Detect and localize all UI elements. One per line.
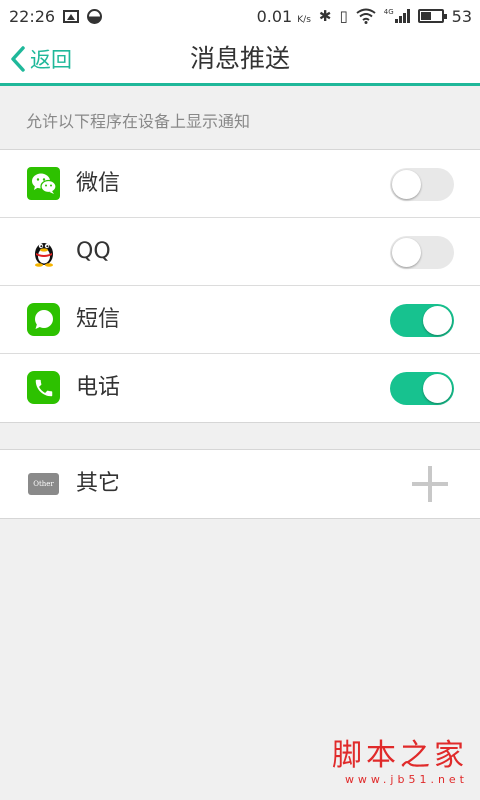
list-item-phone: 电话 bbox=[0, 354, 480, 422]
list-item-other[interactable]: Other 其它 bbox=[0, 450, 480, 518]
list-item-sms: 短信 bbox=[0, 286, 480, 354]
net-speed: 0.01 K/s bbox=[256, 6, 311, 26]
wechat-icon bbox=[27, 167, 60, 200]
plus-icon[interactable] bbox=[410, 466, 450, 502]
toggle-knob bbox=[392, 238, 421, 267]
app-label: 微信 bbox=[76, 171, 121, 196]
app-label: 短信 bbox=[76, 307, 121, 332]
chevron-left-icon bbox=[11, 46, 25, 72]
app-label: QQ bbox=[76, 239, 111, 264]
other-app-icon: Other bbox=[28, 473, 59, 495]
vibrate-icon: ▯ bbox=[339, 7, 348, 25]
bluetooth-icon: ✱ bbox=[318, 7, 332, 25]
wechat-toggle[interactable] bbox=[390, 168, 454, 201]
watermark-title: 脚本之家 bbox=[332, 738, 468, 773]
image-icon bbox=[63, 9, 80, 23]
page-title: 消息推送 bbox=[189, 44, 290, 73]
status-bar: 22:26 0.01 K/s ✱ ▯ 4G 53 bbox=[0, 0, 480, 32]
signal-bars bbox=[394, 9, 410, 23]
signal-icon: 4G bbox=[384, 9, 410, 23]
brightness-icon bbox=[87, 8, 103, 24]
qq-toggle[interactable] bbox=[390, 236, 454, 269]
battery-fill bbox=[420, 12, 432, 20]
list-item-wechat: 微信 bbox=[0, 150, 480, 218]
watermark-url: www.jb51.net bbox=[344, 773, 468, 786]
network-type: 4G bbox=[383, 8, 394, 16]
watermark: 脚本之家 www.jb51.net bbox=[332, 738, 468, 787]
nav-header: 消息推送 返回 bbox=[0, 32, 480, 86]
qq-icon bbox=[27, 235, 60, 268]
clock: 22:26 bbox=[9, 6, 56, 26]
toggle-knob bbox=[392, 170, 421, 199]
battery-icon bbox=[417, 9, 447, 23]
net-speed-unit: K/s bbox=[297, 14, 311, 25]
wifi-icon bbox=[356, 8, 376, 24]
toggle-knob bbox=[423, 374, 452, 403]
other-apps-list: Other 其它 bbox=[0, 449, 480, 519]
sms-toggle[interactable] bbox=[390, 304, 454, 337]
back-label: 返回 bbox=[30, 48, 72, 72]
section-caption: 允许以下程序在设备上显示通知 bbox=[26, 112, 251, 131]
phone-toggle[interactable] bbox=[390, 372, 454, 405]
list-item-qq: QQ bbox=[0, 218, 480, 286]
app-label: 其它 bbox=[76, 471, 121, 496]
sms-icon bbox=[27, 303, 60, 336]
app-notification-list: 微信 QQ 短信 电话 bbox=[0, 149, 480, 423]
toggle-knob bbox=[423, 306, 452, 335]
phone-icon bbox=[27, 371, 60, 404]
battery-percent: 53 bbox=[451, 6, 472, 26]
back-button[interactable]: 返回 bbox=[10, 32, 72, 86]
app-label: 电话 bbox=[76, 375, 121, 400]
